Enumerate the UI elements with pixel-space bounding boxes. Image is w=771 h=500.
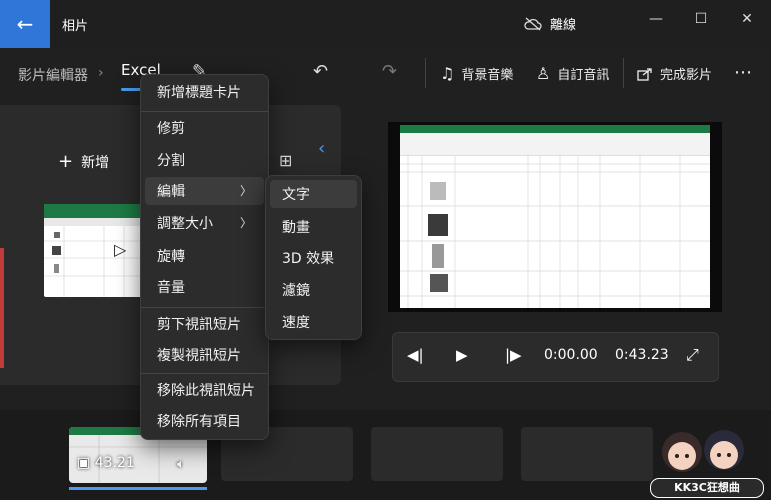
previous-frame-icon[interactable]: ◀| (407, 346, 424, 364)
toolbar-divider-2 (623, 58, 624, 88)
custom-audio-button[interactable]: ♙ 自訂音訊 (536, 64, 609, 83)
watermark-logo: KK3C狂想曲 (640, 420, 768, 498)
menu-item-cut-clip[interactable]: 剪下視訊短片 (145, 310, 264, 338)
custom-audio-label: 自訂音訊 (557, 68, 610, 83)
clip-duration-value: 43.21 (94, 455, 135, 471)
clip-duration: ▣ 43.21 (77, 455, 135, 471)
submenu-item-speed[interactable]: 速度 (270, 308, 357, 336)
clip-selection-bar (69, 487, 207, 490)
submenu-item-animation[interactable]: 動畫 (270, 213, 357, 241)
share-icon (637, 67, 652, 81)
back-arrow-icon: ← (16, 12, 34, 36)
cloud-off-icon (524, 17, 542, 30)
menu-separator (141, 111, 268, 112)
fullscreen-icon[interactable]: ⤢ (686, 345, 699, 365)
submenu-chevron-icon: 〉 (239, 216, 252, 230)
watermark-faces-graphic (662, 430, 744, 472)
library-video-thumbnail[interactable]: ▷ (44, 204, 144, 297)
background-music-label: 背景音樂 (461, 68, 514, 83)
menu-item-rotate[interactable]: 旋轉 (145, 242, 264, 270)
menu-item-trim[interactable]: 修剪 (145, 114, 264, 142)
back-button[interactable]: ← (0, 0, 50, 48)
submenu-chevron-icon: 〉 (239, 184, 252, 198)
menu-separator (141, 373, 268, 374)
submenu-item-text[interactable]: 文字 (270, 180, 357, 208)
submenu-item-filters[interactable]: 濾鏡 (270, 276, 357, 304)
music-note-icon: ♫ (440, 64, 455, 83)
redo-icon[interactable]: ↷ (382, 61, 397, 82)
collapse-panel-chevron-icon[interactable]: ‹ (318, 138, 325, 159)
left-edge-strip (0, 248, 4, 368)
preview-sheet-graphic (400, 156, 710, 308)
clip-image-icon: ▣ (77, 455, 91, 471)
audio-person-icon: ♙ (536, 64, 551, 83)
menu-item-edit-label: 編輯 (157, 184, 185, 200)
minimize-button[interactable]: — (636, 8, 676, 30)
add-media-label: 新增 (81, 154, 110, 171)
video-preview[interactable] (388, 122, 722, 312)
storyboard-empty-slot (371, 427, 503, 481)
breadcrumb-editor[interactable]: 影片編輯器 (18, 65, 88, 85)
offline-label: 離線 (550, 18, 577, 33)
menu-item-copy-clip[interactable]: 複製視訊短片 (145, 341, 264, 369)
storyboard-empty-slot (521, 427, 653, 481)
menu-item-edit[interactable]: 編輯 〉 (145, 177, 264, 205)
total-time: 0:43.23 (615, 347, 669, 363)
submenu-item-3d-effects[interactable]: 3D 效果 (270, 244, 357, 272)
menu-item-resize-label: 調整大小 (157, 216, 213, 232)
close-icon: ✕ (741, 11, 753, 27)
context-menu: 新增標題卡片 修剪 分割 編輯 〉 調整大小 〉 旋轉 音量 剪下視訊短片 複製… (140, 74, 269, 440)
play-icon[interactable]: ▶ (456, 346, 468, 364)
menu-item-add-title-card[interactable]: 新增標題卡片 (145, 78, 264, 106)
maximize-button[interactable]: ☐ (681, 8, 721, 30)
more-options-icon[interactable]: ⋯ (734, 62, 752, 83)
watermark-text: KK3C狂想曲 (650, 478, 764, 498)
plus-icon: + (58, 151, 74, 172)
undo-icon[interactable]: ↶ (313, 61, 328, 82)
menu-item-remove-clip[interactable]: 移除此視訊短片 (145, 376, 264, 404)
background-music-button[interactable]: ♫ 背景音樂 (440, 64, 513, 83)
finish-video-label: 完成影片 (660, 68, 713, 83)
toolbar-divider (425, 58, 426, 88)
maximize-icon: ☐ (694, 11, 708, 27)
current-time: 0:00.00 (544, 347, 598, 363)
thumbnail-sheet-graphic (44, 226, 144, 297)
next-frame-icon[interactable]: |▶ (505, 346, 522, 364)
menu-separator (141, 307, 268, 308)
thumbnail-play-icon: ▷ (114, 240, 127, 259)
close-button[interactable]: ✕ (727, 8, 767, 30)
menu-item-resize[interactable]: 調整大小 〉 (145, 209, 264, 237)
minimize-icon: — (649, 11, 663, 27)
edit-submenu: 文字 動畫 3D 效果 濾鏡 速度 (265, 175, 362, 340)
breadcrumb-chevron-icon: › (98, 65, 104, 81)
add-media-button[interactable]: + 新增 (58, 151, 109, 172)
menu-item-split[interactable]: 分割 (145, 146, 264, 174)
finish-video-button[interactable]: 完成影片 (637, 64, 712, 83)
menu-item-volume[interactable]: 音量 (145, 273, 264, 301)
menu-item-remove-all[interactable]: 移除所有項目 (145, 407, 264, 435)
offline-status[interactable]: 離線 (524, 14, 576, 33)
grid-view-icon[interactable]: ⊞ (279, 151, 292, 170)
preview-spreadsheet-frame (400, 125, 710, 308)
app-title: 相片 (62, 19, 89, 34)
clip-volume-icon[interactable]: 🔈︎ (177, 457, 185, 472)
